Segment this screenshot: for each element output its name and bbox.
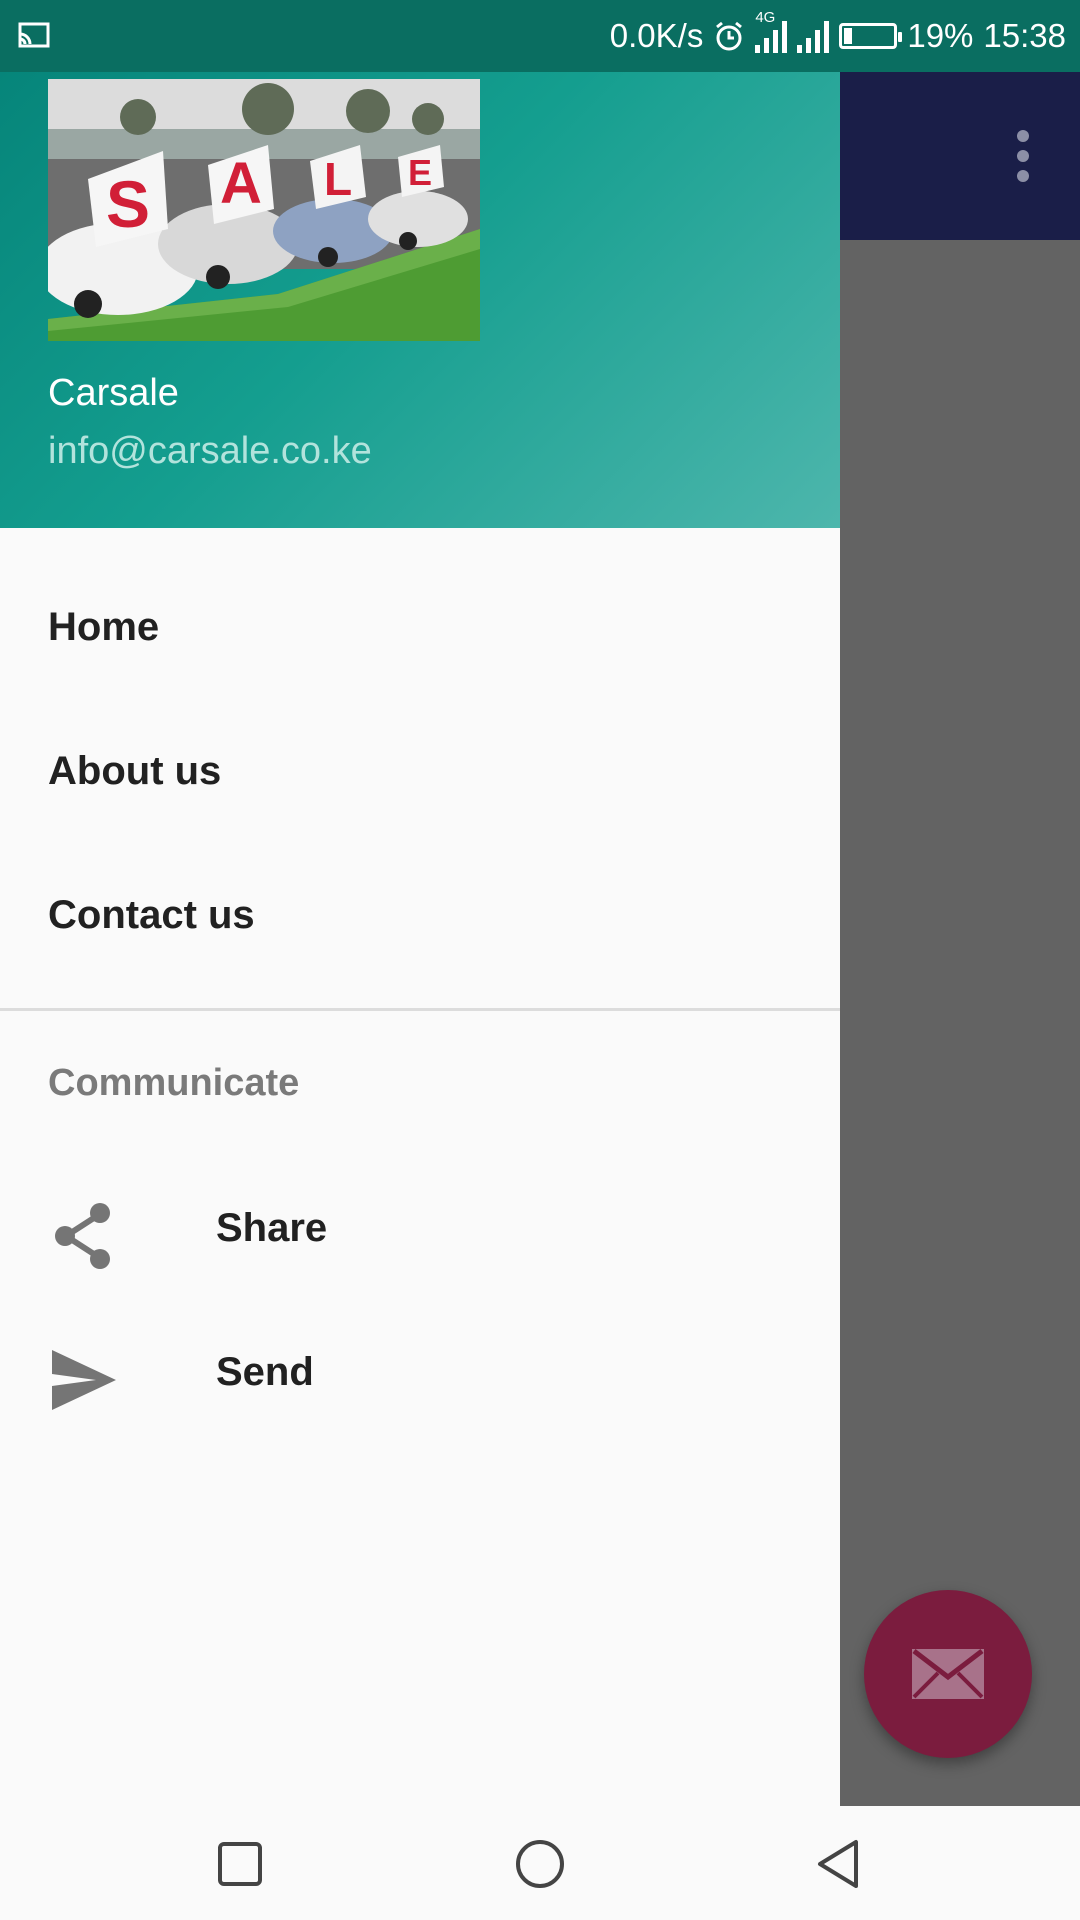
send-icon: [52, 1350, 116, 1410]
battery-icon: [839, 23, 903, 49]
clock: 15:38: [983, 17, 1066, 54]
navigation-drawer: S A L E Carsale info@carsale.co.ke Home …: [0, 72, 840, 1806]
menu-item-label: Home: [48, 605, 160, 649]
section-header-communicate: Communicate: [48, 1062, 300, 1104]
menu-item-contact-us[interactable]: Contact us: [0, 845, 840, 985]
status-bar: 0.0K/s 4G 19% 15:38: [0, 0, 1080, 72]
header-email: info@carsale.co.ke: [48, 430, 372, 472]
sign-letter: E: [408, 152, 432, 193]
header-title: Carsale: [48, 372, 179, 414]
menu-item-send[interactable]: Send: [0, 1302, 840, 1442]
home-button[interactable]: [512, 1836, 568, 1892]
alarm-icon: [716, 21, 743, 51]
network-type: 4G: [755, 9, 776, 26]
menu-item-label: Send: [216, 1350, 314, 1394]
menu-item-home[interactable]: Home: [0, 557, 840, 697]
recents-button[interactable]: [212, 1836, 268, 1892]
network-speed: 0.0K/s: [609, 17, 704, 54]
back-button[interactable]: [812, 1836, 868, 1892]
menu-divider: [0, 1008, 840, 1011]
sign-letter: A: [220, 151, 262, 216]
menu-item-label: Share: [216, 1206, 328, 1250]
battery-level: 19%: [907, 17, 974, 54]
more-vert-icon[interactable]: [1016, 130, 1030, 182]
header-image: S A L E: [48, 79, 480, 341]
drawer-header: S A L E Carsale info@carsale.co.ke: [0, 72, 840, 528]
mail-icon: [912, 1649, 984, 1699]
system-navigation-bar: [0, 1806, 1080, 1920]
menu-item-about-us[interactable]: About us: [0, 701, 840, 841]
share-icon: [55, 1203, 110, 1269]
signal-icon: [797, 19, 830, 53]
menu-item-label: About us: [48, 749, 222, 793]
menu-item-share[interactable]: Share: [0, 1158, 840, 1298]
mail-fab-button[interactable]: [864, 1590, 1032, 1758]
menu-item-label: Contact us: [48, 893, 255, 937]
sign-letter: S: [106, 167, 150, 241]
screen-cast-icon: [18, 22, 50, 48]
sign-letter: L: [324, 153, 352, 205]
